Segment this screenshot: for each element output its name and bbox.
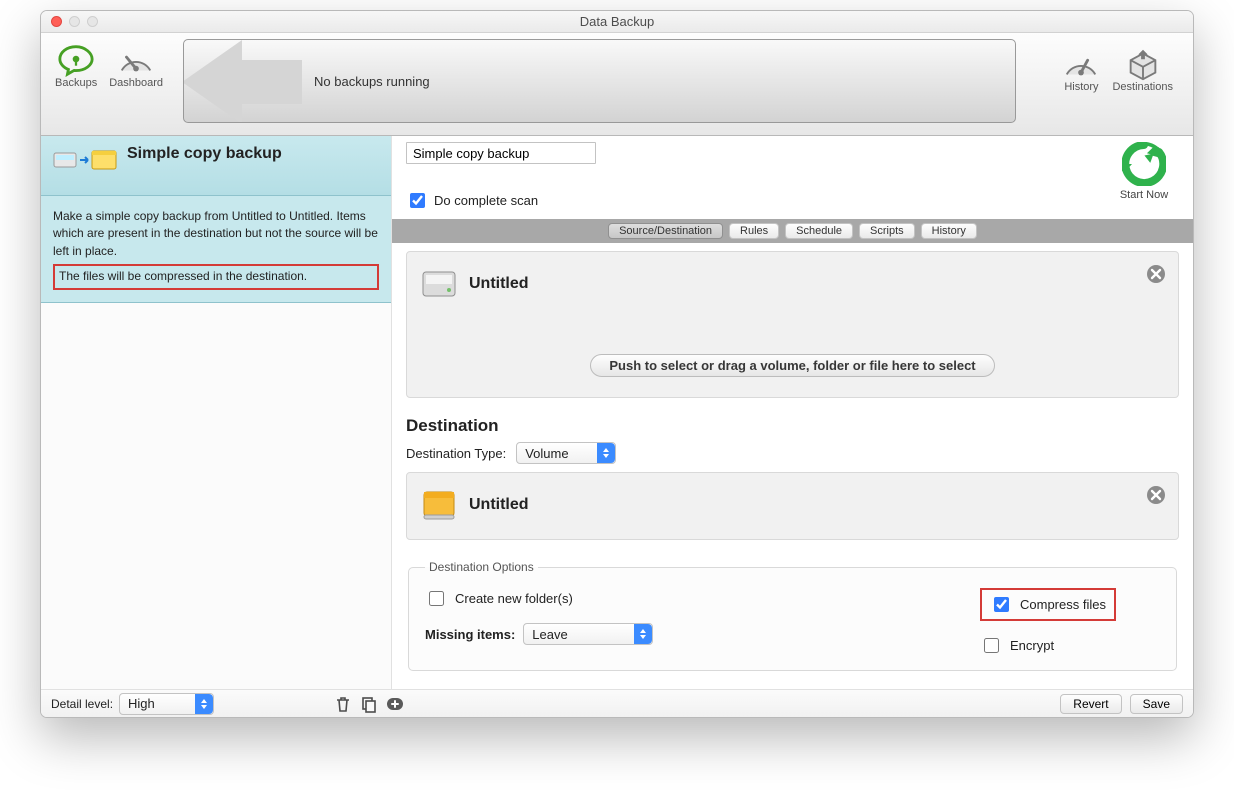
- close-icon: [1146, 264, 1166, 284]
- clear-destination-button[interactable]: [1146, 485, 1166, 505]
- destinations-toolbar-button[interactable]: Destinations: [1112, 47, 1173, 93]
- plus-icon: [386, 695, 404, 713]
- destination-volume-name: Untitled: [469, 496, 529, 514]
- backups-toolbar-button[interactable]: Backups: [55, 43, 97, 89]
- source-volume-name: Untitled: [469, 275, 529, 293]
- tab-strip: Source/Destination Rules Schedule Script…: [392, 219, 1193, 243]
- external-drive-icon: [419, 485, 459, 525]
- gauge-icon: [117, 43, 155, 77]
- compress-files-checkbox[interactable]: [994, 597, 1009, 612]
- detail-level-label: Detail level:: [51, 697, 113, 711]
- delete-set-button[interactable]: [334, 695, 352, 713]
- missing-items-value: Leave: [532, 627, 567, 642]
- description-text: Make a simple copy backup from Untitled …: [53, 208, 379, 260]
- start-now-button[interactable]: [1109, 142, 1179, 189]
- create-folders-label: Create new folder(s): [455, 591, 573, 606]
- toolbar: Backups Dashboard No backups running: [41, 33, 1193, 136]
- complete-scan-label: Do complete scan: [434, 193, 538, 208]
- box-icon: [1124, 47, 1162, 81]
- clock-icon: [1062, 47, 1100, 81]
- chevron-updown-icon: [634, 624, 652, 644]
- destination-box[interactable]: Untitled: [406, 472, 1179, 540]
- sidebar-empty-area: [41, 303, 391, 689]
- backup-set-item[interactable]: Simple copy backup: [41, 136, 391, 196]
- destination-options-legend: Destination Options: [425, 560, 538, 574]
- tab-scripts[interactable]: Scripts: [859, 223, 915, 239]
- save-button[interactable]: Save: [1130, 694, 1183, 714]
- destination-type-value: Volume: [525, 446, 568, 461]
- backup-set-title: Simple copy backup: [127, 145, 282, 163]
- toolbar-label: Dashboard: [109, 77, 163, 89]
- destination-heading: Destination: [406, 416, 1179, 436]
- tab-schedule[interactable]: Schedule: [785, 223, 853, 239]
- app-window: Data Backup Backups Da: [40, 10, 1194, 718]
- start-now-label: Start Now: [1109, 189, 1179, 201]
- copy-icon: [360, 695, 378, 713]
- tab-rules[interactable]: Rules: [729, 223, 779, 239]
- start-arrow-icon: [1122, 142, 1166, 186]
- speech-bubble-icon: [57, 43, 95, 77]
- destination-type-select[interactable]: Volume: [516, 442, 616, 464]
- drive-copy-icon: [53, 145, 117, 175]
- sidebar: Simple copy backup Make a simple copy ba…: [41, 136, 392, 689]
- titlebar: Data Backup: [41, 11, 1193, 33]
- close-icon: [1146, 485, 1166, 505]
- toolbar-label: Backups: [55, 77, 97, 89]
- create-folders-checkbox[interactable]: [429, 591, 444, 606]
- missing-items-select[interactable]: Leave: [523, 623, 653, 645]
- compress-files-label: Compress files: [1020, 597, 1106, 612]
- missing-items-label: Missing items:: [425, 627, 515, 642]
- revert-button[interactable]: Revert: [1060, 694, 1121, 714]
- source-box[interactable]: Untitled Push to select or drag a volume…: [406, 251, 1179, 398]
- toolbar-label: Destinations: [1112, 81, 1173, 93]
- source-drag-hint[interactable]: Push to select or drag a volume, folder …: [590, 354, 994, 377]
- compress-highlight: Compress files: [980, 588, 1116, 621]
- window-title: Data Backup: [41, 14, 1193, 29]
- internal-drive-icon: [419, 264, 459, 304]
- add-set-button[interactable]: [386, 695, 404, 713]
- clear-source-button[interactable]: [1146, 264, 1166, 284]
- footer: Detail level: High: [41, 689, 1193, 717]
- chevron-updown-icon: [195, 694, 213, 714]
- tab-history[interactable]: History: [921, 223, 977, 239]
- complete-scan-checkbox[interactable]: [410, 193, 425, 208]
- trash-icon: [334, 695, 352, 713]
- tab-source-destination[interactable]: Source/Destination: [608, 223, 723, 239]
- status-text: No backups running: [314, 74, 430, 89]
- status-bar: No backups running: [183, 39, 1016, 123]
- history-toolbar-button[interactable]: History: [1062, 47, 1100, 93]
- detail-level-select[interactable]: High: [119, 693, 214, 715]
- duplicate-set-button[interactable]: [360, 695, 378, 713]
- backup-name-input[interactable]: [406, 142, 596, 164]
- encrypt-checkbox[interactable]: [984, 638, 999, 653]
- destination-options-group: Destination Options Create new folder(s)…: [408, 560, 1177, 671]
- backup-set-description: Make a simple copy backup from Untitled …: [41, 196, 391, 303]
- dashboard-toolbar-button[interactable]: Dashboard: [109, 43, 163, 89]
- encrypt-label: Encrypt: [1010, 638, 1054, 653]
- destination-type-label: Destination Type:: [406, 446, 506, 461]
- main-panel: Do complete scan: [392, 136, 1193, 689]
- chevron-updown-icon: [597, 443, 615, 463]
- description-highlight: The files will be compressed in the dest…: [53, 264, 379, 289]
- big-arrow-icon: [183, 40, 302, 123]
- detail-level-value: High: [128, 696, 155, 711]
- toolbar-label: History: [1064, 81, 1098, 93]
